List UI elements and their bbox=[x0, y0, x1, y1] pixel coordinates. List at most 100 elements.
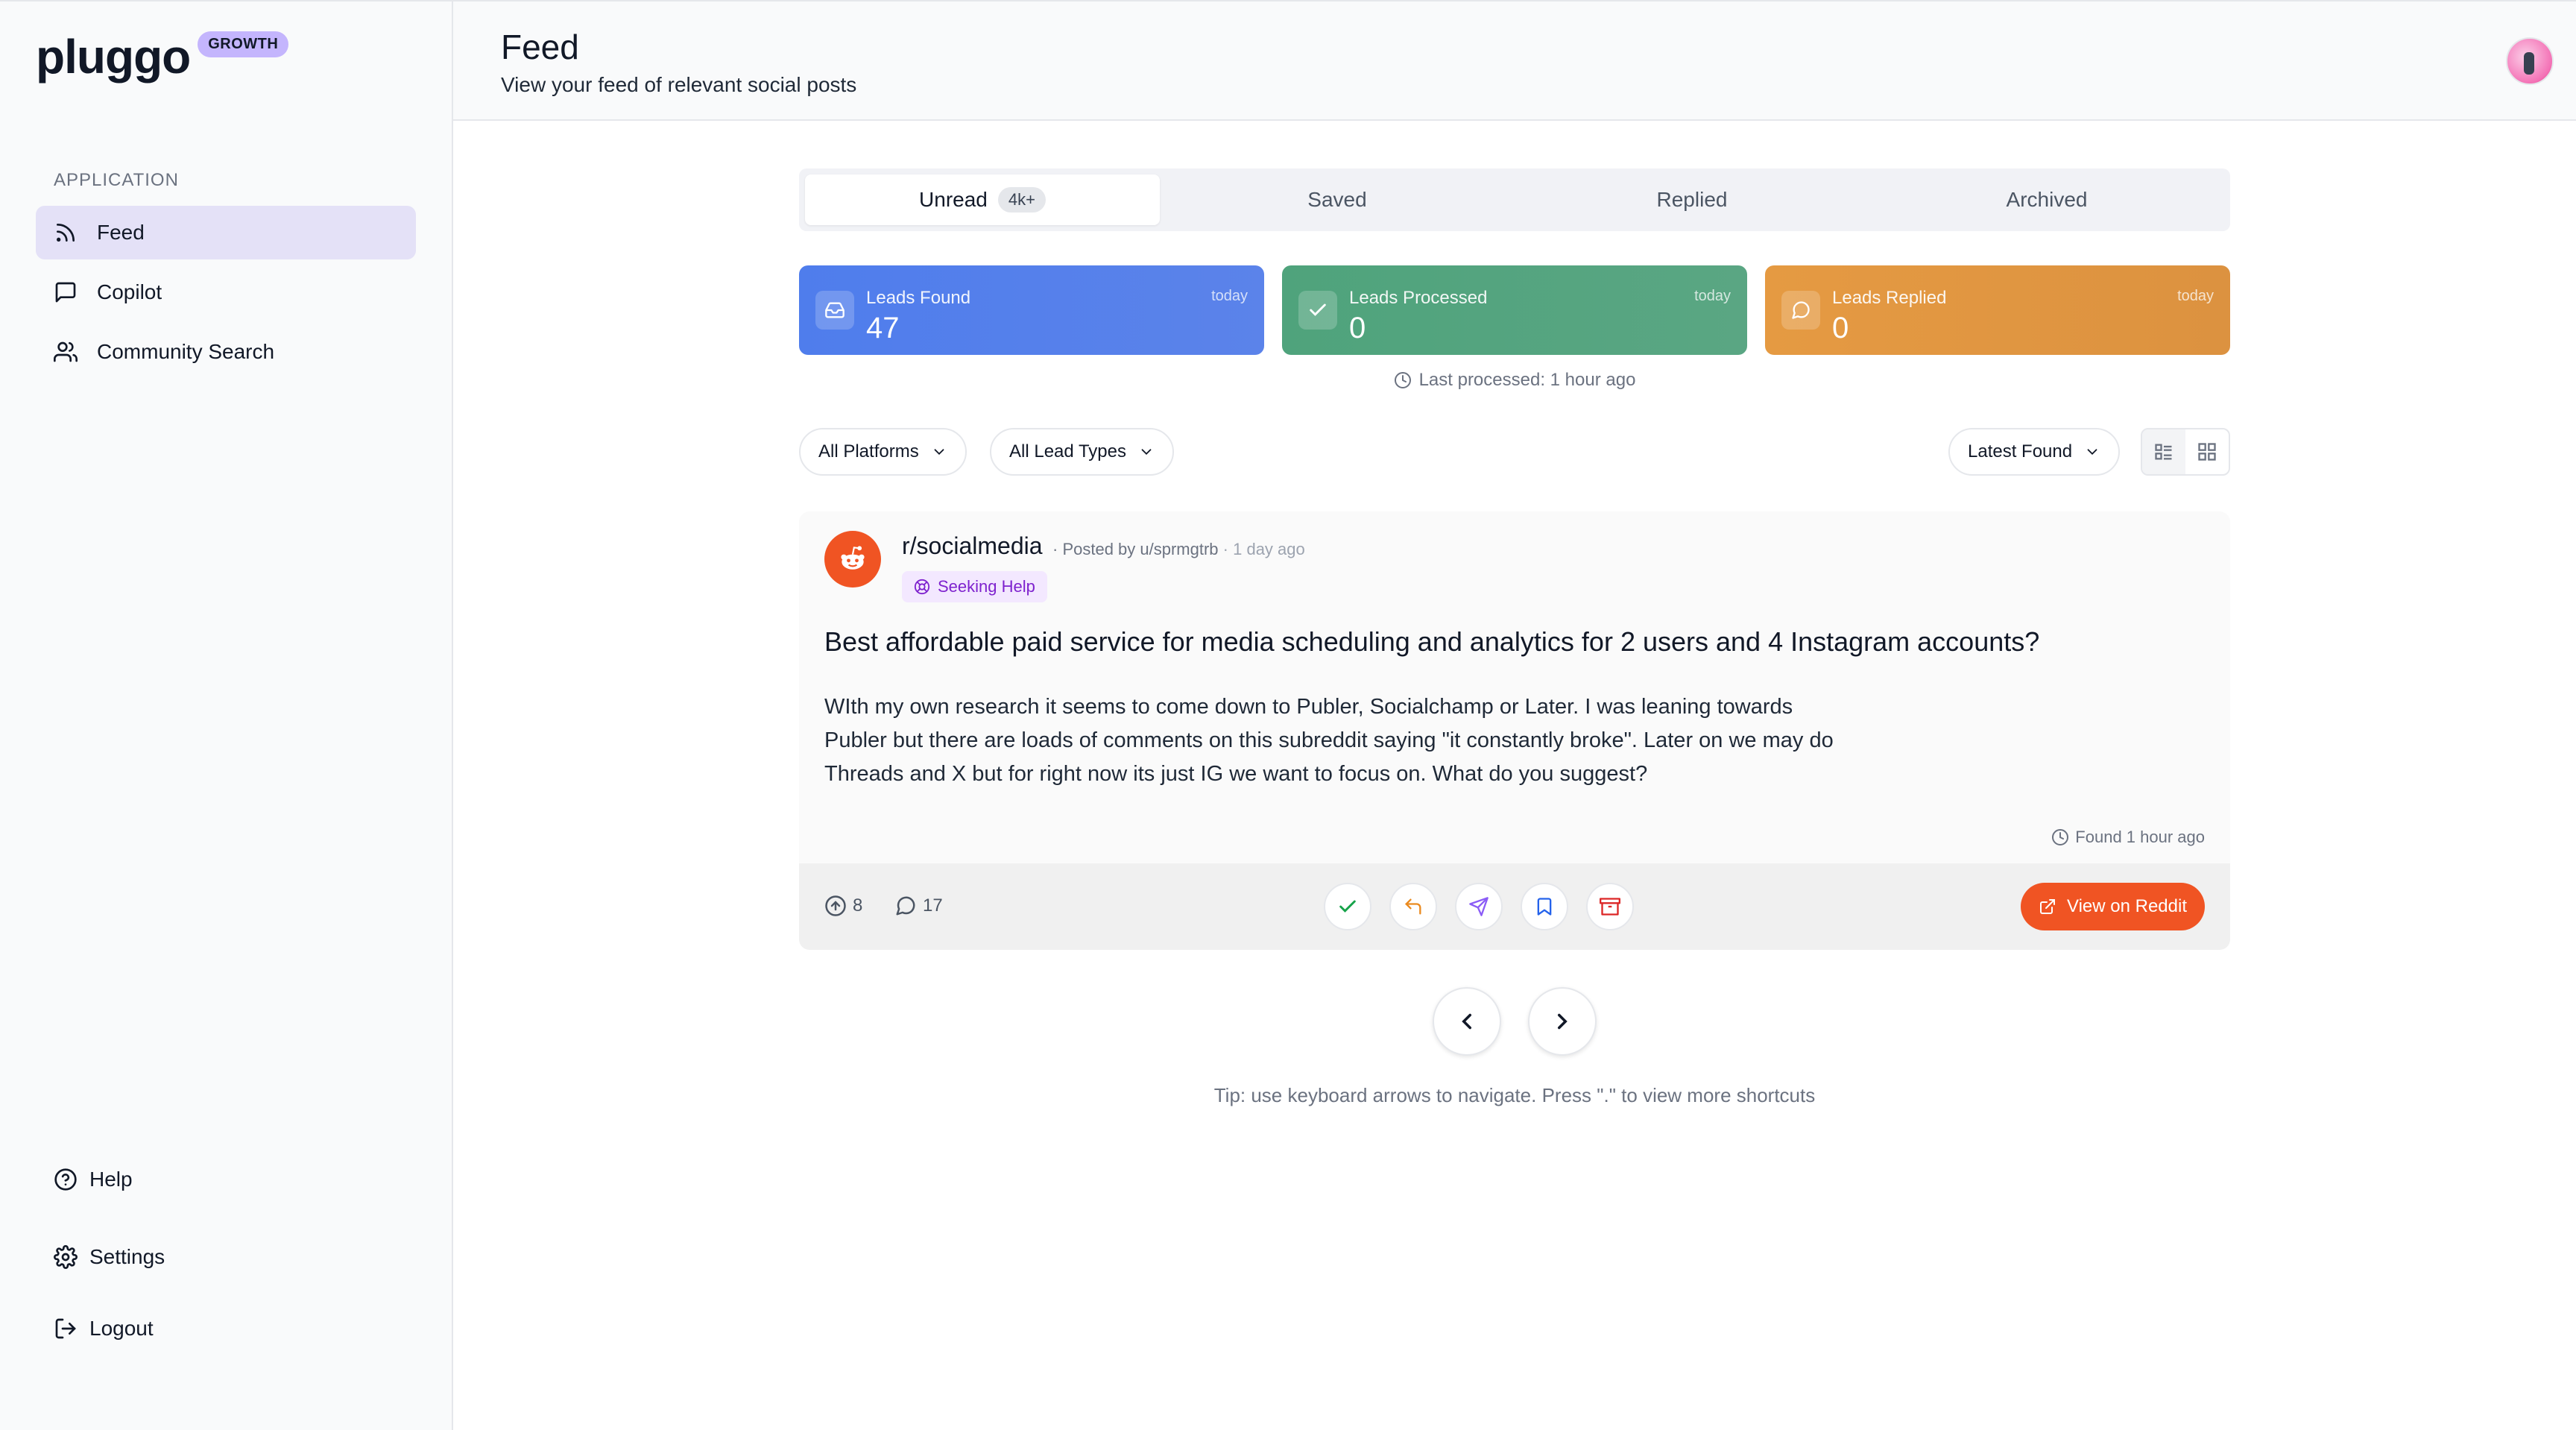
send-icon bbox=[1469, 897, 1489, 916]
lead-type-filter[interactable]: All Lead Types bbox=[990, 428, 1174, 476]
lifebuoy-icon bbox=[914, 579, 930, 595]
clock-icon bbox=[2052, 829, 2069, 845]
stat-value: 0 bbox=[1832, 312, 1849, 344]
page-header: Feed View your feed of relevant social p… bbox=[453, 1, 2576, 121]
check-icon bbox=[1298, 291, 1337, 330]
plan-badge: GROWTH bbox=[198, 31, 289, 57]
grid-view-icon bbox=[2198, 443, 2216, 461]
post-body: WIth my own research it seems to come do… bbox=[824, 695, 1834, 786]
post-card: r/socialmedia · Posted by u/sprmgtrb · 1… bbox=[799, 511, 2230, 950]
rss-icon bbox=[57, 224, 75, 242]
reddit-icon bbox=[824, 531, 881, 588]
stat-card-leads-replied: Leads Replied 0 today bbox=[1765, 265, 2230, 355]
post-footer: 8 17 View on Reddit bbox=[799, 863, 2230, 950]
external-link-icon bbox=[2040, 899, 2055, 914]
sidebar-item-community-search[interactable]: Community Search bbox=[36, 325, 416, 379]
comment-count: 17 bbox=[894, 895, 943, 917]
tab-label: Unread bbox=[919, 188, 988, 211]
post-meta: · Posted by u/sprmgtrb · 1 day ago bbox=[1052, 540, 1305, 559]
stats-row: Leads Found 47 today Leads Processed 0 t… bbox=[799, 265, 2230, 355]
stat-value: 0 bbox=[1349, 312, 1366, 344]
comment-icon bbox=[896, 896, 915, 916]
tab-saved[interactable]: Saved bbox=[1160, 174, 1515, 225]
lead-type-tag-label: Seeking Help bbox=[938, 577, 1035, 596]
chevron-down-icon bbox=[1141, 449, 1152, 456]
list-view-icon bbox=[2155, 444, 2172, 460]
view-toggle bbox=[2141, 428, 2230, 476]
message-square-icon bbox=[55, 282, 76, 303]
sidebar-item-label: Feed bbox=[97, 221, 145, 244]
last-processed-text: Last processed: 1 hour ago bbox=[1418, 370, 1636, 390]
lead-type-filter-value: All Lead Types bbox=[1009, 441, 1126, 462]
upvote-count: 8 bbox=[824, 895, 862, 917]
post-age: · 1 day ago bbox=[1222, 540, 1305, 558]
chevron-down-icon bbox=[2087, 449, 2097, 456]
post-actions bbox=[1324, 883, 1634, 930]
found-time-text: Found 1 hour ago bbox=[2075, 828, 2205, 846]
inbox-icon bbox=[815, 291, 854, 330]
tab-archived[interactable]: Archived bbox=[1869, 174, 2224, 225]
tab-unread[interactable]: Unread 4k+ bbox=[805, 174, 1160, 225]
unread-count-badge: 4k+ bbox=[997, 187, 1046, 212]
reply-button[interactable] bbox=[1389, 883, 1437, 930]
tab-label: Saved bbox=[1307, 188, 1367, 211]
bookmark-icon bbox=[1537, 898, 1552, 916]
tab-replied[interactable]: Replied bbox=[1515, 174, 1869, 225]
logout-link[interactable]: Logout bbox=[54, 1317, 154, 1341]
arrow-up-circle-icon bbox=[825, 895, 846, 916]
comment-value: 17 bbox=[923, 895, 943, 916]
clock-icon bbox=[1394, 372, 1411, 388]
sort-select-value: Latest Found bbox=[1968, 441, 2073, 462]
archive-icon bbox=[1600, 898, 1620, 916]
last-processed: Last processed: 1 hour ago bbox=[799, 370, 2230, 391]
view-on-reddit-button[interactable]: View on Reddit bbox=[2021, 883, 2205, 930]
users-icon bbox=[54, 341, 78, 362]
stat-card-leads-found: Leads Found 47 today bbox=[799, 265, 1264, 355]
settings-link[interactable]: Settings bbox=[54, 1245, 165, 1269]
sidebar-item-feed[interactable]: Feed bbox=[36, 206, 416, 259]
post-title: Best affordable paid service for media s… bbox=[824, 626, 2040, 657]
archive-button[interactable] bbox=[1586, 883, 1634, 930]
chevron-left-icon bbox=[1462, 1013, 1472, 1030]
logo[interactable]: pluggo GROWTH bbox=[36, 28, 289, 85]
lead-type-tag: Seeking Help bbox=[902, 571, 1047, 602]
sort-select[interactable]: Latest Found bbox=[1948, 428, 2121, 476]
previous-post-button[interactable] bbox=[1433, 987, 1501, 1056]
save-button[interactable] bbox=[1521, 883, 1568, 930]
chevron-down-icon bbox=[934, 449, 944, 456]
settings-label: Settings bbox=[89, 1245, 165, 1268]
platform-filter-value: All Platforms bbox=[818, 441, 919, 462]
page-subtitle: View your feed of relevant social posts bbox=[501, 73, 857, 96]
found-time: Found 1 hour ago bbox=[2051, 828, 2205, 847]
avatar[interactable] bbox=[2506, 37, 2554, 85]
help-label: Help bbox=[89, 1168, 133, 1191]
platform-filter[interactable]: All Platforms bbox=[799, 428, 967, 476]
next-post-button[interactable] bbox=[1528, 987, 1597, 1056]
message-circle-icon bbox=[1781, 291, 1820, 330]
logo-text: pluggo bbox=[36, 30, 191, 84]
tab-label: Archived bbox=[2006, 188, 2088, 211]
reply-icon bbox=[1405, 898, 1421, 915]
tab-label: Replied bbox=[1656, 188, 1728, 211]
grid-view-button[interactable] bbox=[2185, 429, 2229, 474]
stat-value: 47 bbox=[866, 312, 900, 344]
help-link[interactable]: Help bbox=[54, 1168, 133, 1191]
keyboard-tip: Tip: use keyboard arrows to navigate. Pr… bbox=[1213, 1084, 1816, 1106]
feed-tabs: Unread 4k+ Saved Replied Archived bbox=[799, 168, 2230, 231]
stat-period: today bbox=[2177, 288, 2214, 304]
list-view-button[interactable] bbox=[2142, 429, 2185, 474]
check-icon bbox=[1339, 900, 1356, 913]
sidebar-section-label: APPLICATION bbox=[54, 170, 179, 190]
subreddit-link[interactable]: r/socialmedia bbox=[902, 532, 1043, 560]
sidebar: pluggo GROWTH APPLICATION Feed Copilot C… bbox=[0, 1, 453, 1430]
gear-icon bbox=[54, 1245, 78, 1269]
page-title: Feed bbox=[501, 28, 579, 66]
mark-processed-button[interactable] bbox=[1324, 883, 1371, 930]
logout-icon bbox=[55, 1318, 76, 1339]
help-circle-icon bbox=[54, 1168, 77, 1191]
send-button[interactable] bbox=[1455, 883, 1503, 930]
stat-period: today bbox=[1694, 288, 1731, 304]
sidebar-item-label: Copilot bbox=[97, 280, 162, 303]
sidebar-item-copilot[interactable]: Copilot bbox=[36, 265, 416, 319]
sidebar-nav: Feed Copilot Community Search bbox=[36, 206, 416, 385]
